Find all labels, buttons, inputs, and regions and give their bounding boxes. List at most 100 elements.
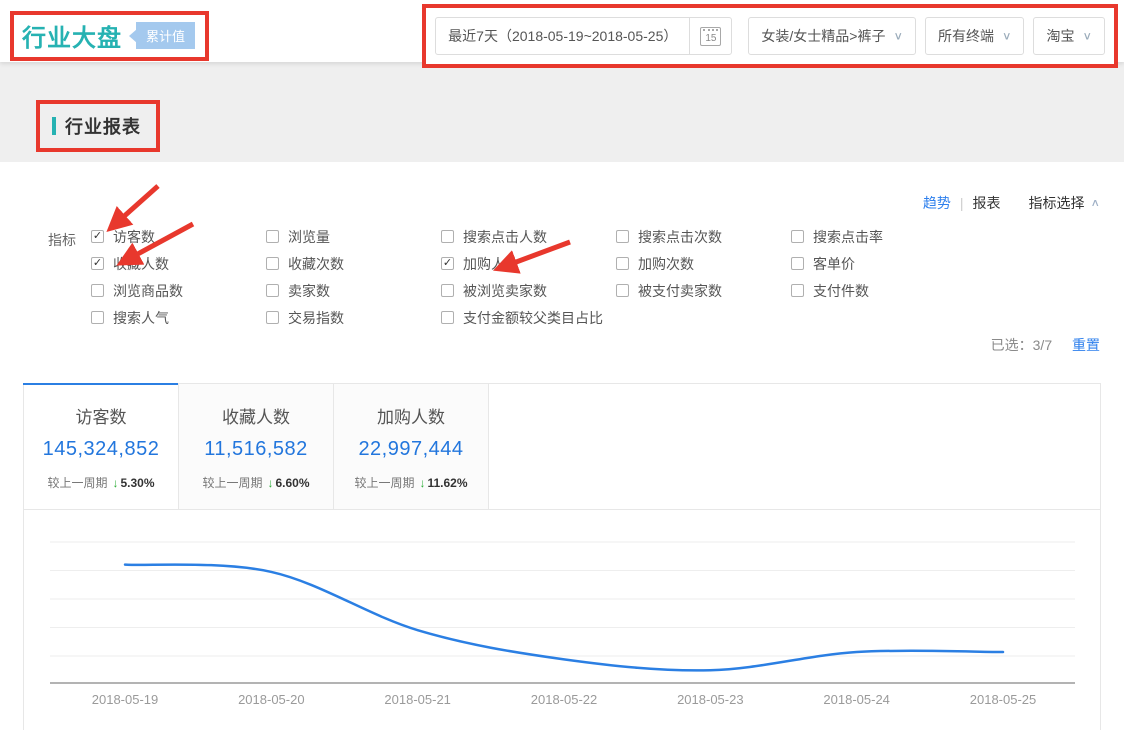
metric-column-3: 搜索点击人数 ✓加购人数被浏览卖家数支付金额较父类目占比 <box>441 229 616 337</box>
metric-select-toggle[interactable]: 指标选择 ∧ <box>1028 193 1100 213</box>
x-axis-label: 2018-05-25 <box>970 692 1037 707</box>
metric-option[interactable]: 被支付卖家数 <box>616 283 791 298</box>
kpi-tabs: 访客数145,324,852较上一周期↓5.30%收藏人数11,516,582较… <box>24 384 1100 510</box>
metric-label: 搜索点击次数 <box>638 227 722 247</box>
metric-option[interactable]: 加购次数 <box>616 256 791 271</box>
page-title: 行业大盘 <box>22 18 122 53</box>
reset-link[interactable]: 重置 <box>1072 337 1100 353</box>
checkbox-unchecked[interactable] <box>266 230 279 243</box>
tab-value: 22,997,444 <box>334 438 488 461</box>
page: 行业大盘 累计值 最近7天（2018-05-19~2018-05-25） 15 … <box>0 0 1124 730</box>
checkbox-unchecked[interactable] <box>91 311 104 324</box>
category-value: 女装/女士精品>裤子 <box>761 26 885 46</box>
platform-dropdown[interactable]: 淘宝 ∨ <box>1033 17 1105 55</box>
calendar-button[interactable]: 15 <box>689 18 731 54</box>
metric-tab-2[interactable]: 收藏人数11,516,582较上一周期↓6.60% <box>179 384 334 509</box>
title-annotation-box: 行业大盘 累计值 <box>10 11 209 61</box>
metric-label: 搜索人气 <box>113 308 169 328</box>
metric-option[interactable]: 被浏览卖家数 <box>441 283 616 298</box>
checkbox-unchecked[interactable] <box>266 284 279 297</box>
checkbox-checked[interactable]: ✓ <box>91 257 104 270</box>
x-axis-label: 2018-05-24 <box>823 692 890 707</box>
tab-compare: 较上一周期↓6.60% <box>179 474 333 491</box>
checkbox-unchecked[interactable] <box>616 284 629 297</box>
checkbox-unchecked[interactable] <box>441 230 454 243</box>
metrics-selector: 指标 ✓访客数✓收藏人数浏览商品数搜索人气浏览量收藏次数卖家数交易指数搜索点击人… <box>48 229 966 337</box>
metric-label: 浏览商品数 <box>113 281 183 301</box>
metric-label: 访客数 <box>113 227 155 247</box>
down-arrow-icon: ↓ <box>112 476 118 490</box>
metric-option[interactable]: 卖家数 <box>266 283 441 298</box>
metric-option[interactable]: 收藏次数 <box>266 256 441 271</box>
down-arrow-icon: ↓ <box>267 476 273 490</box>
tab-value: 145,324,852 <box>24 438 178 461</box>
trend-view-link[interactable]: 趋势 <box>923 193 951 213</box>
section-marker <box>52 117 56 135</box>
chevron-up-icon: ∧ <box>1090 197 1100 210</box>
terminal-dropdown[interactable]: 所有终端 ∨ <box>925 17 1025 55</box>
trend-line-series <box>125 565 1003 671</box>
header-bar: 行业大盘 累计值 最近7天（2018-05-19~2018-05-25） 15 … <box>0 0 1124 62</box>
checkbox-unchecked[interactable] <box>266 311 279 324</box>
view-separator: | <box>960 195 964 211</box>
metric-option[interactable]: 搜索人气 <box>91 310 266 325</box>
filters-annotation-box: 最近7天（2018-05-19~2018-05-25） 15 女装/女士精品>裤… <box>422 4 1118 68</box>
metric-tab-3[interactable]: 加购人数22,997,444较上一周期↓11.62% <box>334 384 489 509</box>
view-switch: 趋势 | 报表 指标选择 ∧ <box>923 193 1100 213</box>
annotation-arrow <box>112 186 158 227</box>
checkbox-unchecked[interactable] <box>791 257 804 270</box>
metric-option[interactable]: 支付件数 <box>791 283 966 298</box>
report-view-link[interactable]: 报表 <box>972 193 1000 213</box>
terminal-value: 所有终端 <box>938 26 994 46</box>
tab-compare: 较上一周期↓5.30% <box>24 474 178 491</box>
metric-label: 被支付卖家数 <box>638 281 722 301</box>
checkbox-unchecked[interactable] <box>441 284 454 297</box>
calendar-icon: 15 <box>700 27 721 46</box>
checkbox-unchecked[interactable] <box>266 257 279 270</box>
metric-column-1: ✓ 访客数 ✓收藏人数浏览商品数搜索人气 <box>91 229 266 337</box>
metric-label: 卖家数 <box>288 281 330 301</box>
checkbox-unchecked[interactable] <box>791 230 804 243</box>
checkbox-unchecked[interactable] <box>616 230 629 243</box>
checkbox-checked[interactable]: ✓ <box>91 230 104 243</box>
section-title: 行业报表 <box>65 113 141 139</box>
category-dropdown[interactable]: 女装/女士精品>裤子 ∨ <box>748 17 916 55</box>
tab-label: 加购人数 <box>334 403 488 428</box>
metric-option[interactable]: 客单价 <box>791 256 966 271</box>
checkbox-unchecked[interactable] <box>91 284 104 297</box>
metric-label: 支付件数 <box>813 281 869 301</box>
selected-count: 已选：3/7 <box>991 337 1052 353</box>
checkbox-unchecked[interactable] <box>791 284 804 297</box>
x-axis-label: 2018-05-20 <box>238 692 305 707</box>
checkbox-unchecked[interactable] <box>616 257 629 270</box>
checkbox-checked[interactable]: ✓ <box>441 257 454 270</box>
metric-option[interactable]: 搜索点击次数 <box>616 229 791 244</box>
metric-label: 收藏次数 <box>288 254 344 274</box>
checkbox-unchecked[interactable] <box>441 311 454 324</box>
metric-option[interactable]: 浏览量 <box>266 229 441 244</box>
metric-tab-1[interactable]: 访客数145,324,852较上一周期↓5.30% <box>24 384 179 509</box>
metric-label: 搜索点击人数 <box>463 227 547 247</box>
report-panel: 访客数145,324,852较上一周期↓5.30%收藏人数11,516,582较… <box>23 383 1101 730</box>
chevron-down-icon: ∨ <box>1002 29 1012 43</box>
metric-option[interactable]: 浏览商品数 <box>91 283 266 298</box>
metric-option[interactable]: 支付金额较父类目占比 <box>441 310 616 325</box>
section-annotation-box: 行业报表 <box>36 100 160 152</box>
metric-option[interactable]: ✓收藏人数 <box>91 256 266 271</box>
metric-option[interactable]: ✓加购人数 <box>441 256 616 271</box>
metric-option[interactable]: ✓ 访客数 <box>91 229 266 244</box>
cumulative-value-badge: 累计值 <box>136 22 195 49</box>
metric-label: 浏览量 <box>288 227 330 247</box>
x-axis-label: 2018-05-22 <box>531 692 598 707</box>
trend-line-chart: 2018-05-192018-05-202018-05-212018-05-22… <box>24 510 1100 730</box>
metric-column-5: 搜索点击率客单价支付件数 <box>791 229 966 337</box>
date-range-picker[interactable]: 最近7天（2018-05-19~2018-05-25） 15 <box>435 17 732 55</box>
down-arrow-icon: ↓ <box>419 476 425 490</box>
metric-select-label: 指标选择 <box>1028 193 1084 213</box>
metric-option[interactable]: 交易指数 <box>266 310 441 325</box>
tab-label: 收藏人数 <box>179 403 333 428</box>
metric-column-4: 搜索点击次数加购次数被支付卖家数 <box>616 229 791 337</box>
metric-option[interactable]: 搜索点击率 <box>791 229 966 244</box>
metric-option[interactable]: 搜索点击人数 <box>441 229 616 244</box>
metrics-label: 指标 <box>48 229 76 250</box>
